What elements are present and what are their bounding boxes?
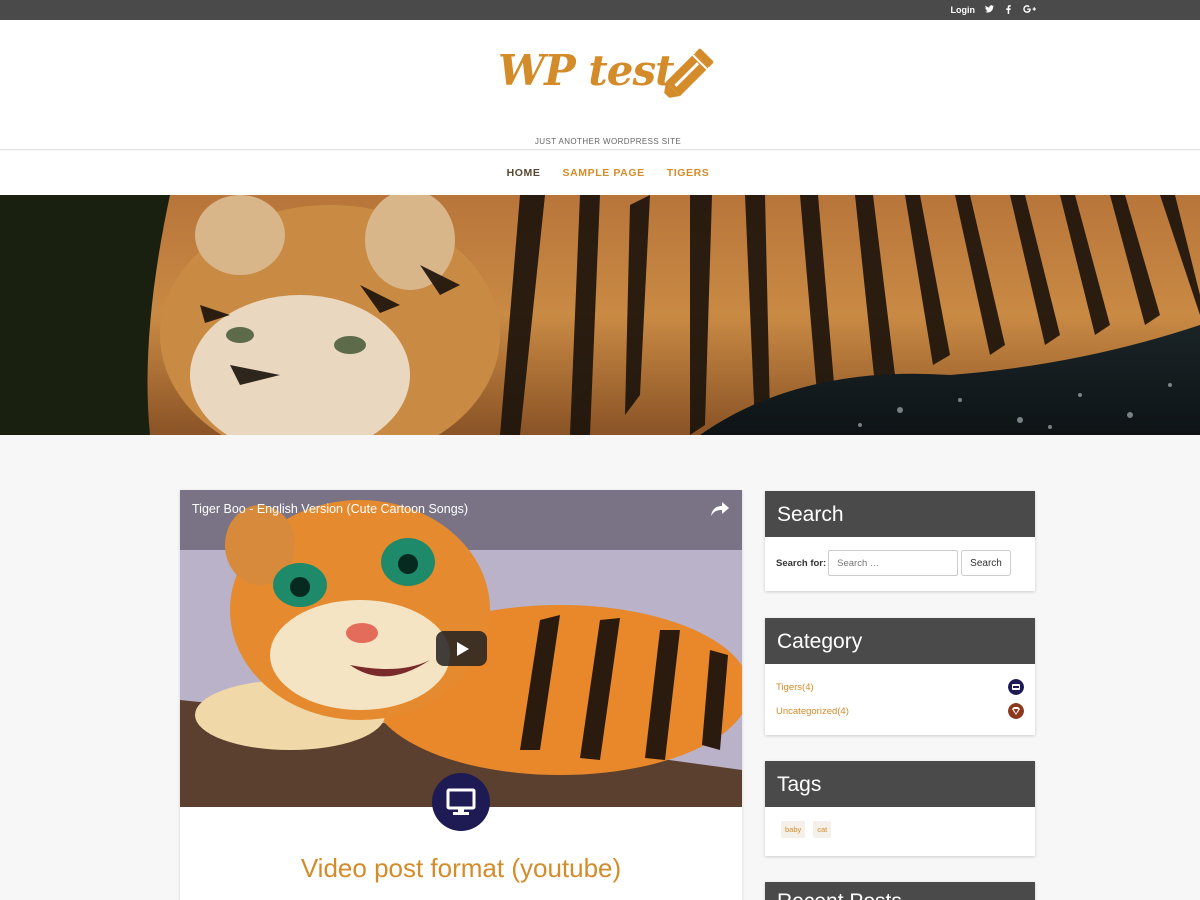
nav-item-sample-page[interactable]: SAMPLE PAGE bbox=[562, 167, 644, 179]
twitter-icon[interactable] bbox=[984, 5, 994, 15]
post-title[interactable]: Video post format (youtube) bbox=[180, 853, 742, 884]
google-plus-icon[interactable] bbox=[1022, 5, 1036, 15]
site-tagline: JUST ANOTHER WORDPRESS SITE bbox=[534, 137, 682, 146]
category-link-uncategorized[interactable]: Uncategorized(4) bbox=[776, 706, 849, 717]
search-form: Search for: Search bbox=[776, 550, 1011, 576]
share-icon[interactable] bbox=[710, 500, 730, 518]
category-list: Tigers(4) Uncategorized(4) bbox=[776, 675, 1024, 723]
widget-heading-recent-posts: Recent Posts bbox=[765, 882, 1035, 900]
list-item: Uncategorized(4) bbox=[776, 699, 1024, 723]
printer-icon bbox=[1008, 679, 1024, 695]
pencil-icon bbox=[663, 48, 714, 99]
tag-baby[interactable]: baby bbox=[781, 821, 806, 838]
top-links: Login bbox=[951, 0, 1037, 20]
hero-banner bbox=[0, 195, 1200, 435]
widget-heading-tags: Tags bbox=[765, 761, 1035, 807]
search-input[interactable] bbox=[828, 550, 959, 576]
gem-icon bbox=[1008, 703, 1024, 719]
youtube-video-embed[interactable]: Tiger Boo - English Version (Cute Cartoo… bbox=[180, 490, 742, 807]
recent-posts-widget: Recent Posts bbox=[765, 882, 1035, 900]
tiger-banner-image bbox=[0, 195, 1200, 435]
play-button[interactable] bbox=[436, 631, 487, 666]
tags-widget: Tags baby cat bbox=[765, 761, 1035, 856]
site-logo[interactable]: WP test bbox=[496, 34, 726, 106]
video-title[interactable]: Tiger Boo - English Version (Cute Cartoo… bbox=[192, 502, 468, 516]
nav-item-home[interactable]: HOME bbox=[507, 167, 541, 179]
login-link[interactable]: Login bbox=[951, 5, 976, 15]
widget-heading-category: Category bbox=[765, 618, 1035, 664]
site-title[interactable]: WP test bbox=[498, 46, 675, 95]
category-widget: Category Tigers(4) Uncategorized(4) bbox=[765, 618, 1035, 735]
top-bar: Login bbox=[0, 0, 1200, 20]
tag-list: baby cat bbox=[781, 821, 832, 838]
site-header: WP test JUST ANOTHER WORDPRESS SITE bbox=[0, 20, 1200, 150]
search-widget: Search Search for: Search bbox=[765, 491, 1035, 591]
category-link-tigers[interactable]: Tigers(4) bbox=[776, 682, 814, 693]
list-item: Tigers(4) bbox=[776, 675, 1024, 699]
widget-heading-search: Search bbox=[765, 491, 1035, 537]
desktop-icon bbox=[432, 773, 490, 831]
post-card: Tiger Boo - English Version (Cute Cartoo… bbox=[180, 490, 742, 900]
facebook-icon[interactable] bbox=[1003, 4, 1013, 16]
search-label: Search for: bbox=[776, 557, 827, 569]
search-button[interactable]: Search bbox=[961, 550, 1011, 576]
main-nav: HOME SAMPLE PAGE TIGERS bbox=[0, 151, 1200, 195]
tag-cat[interactable]: cat bbox=[813, 821, 832, 838]
nav-item-tigers[interactable]: TIGERS bbox=[667, 167, 710, 179]
